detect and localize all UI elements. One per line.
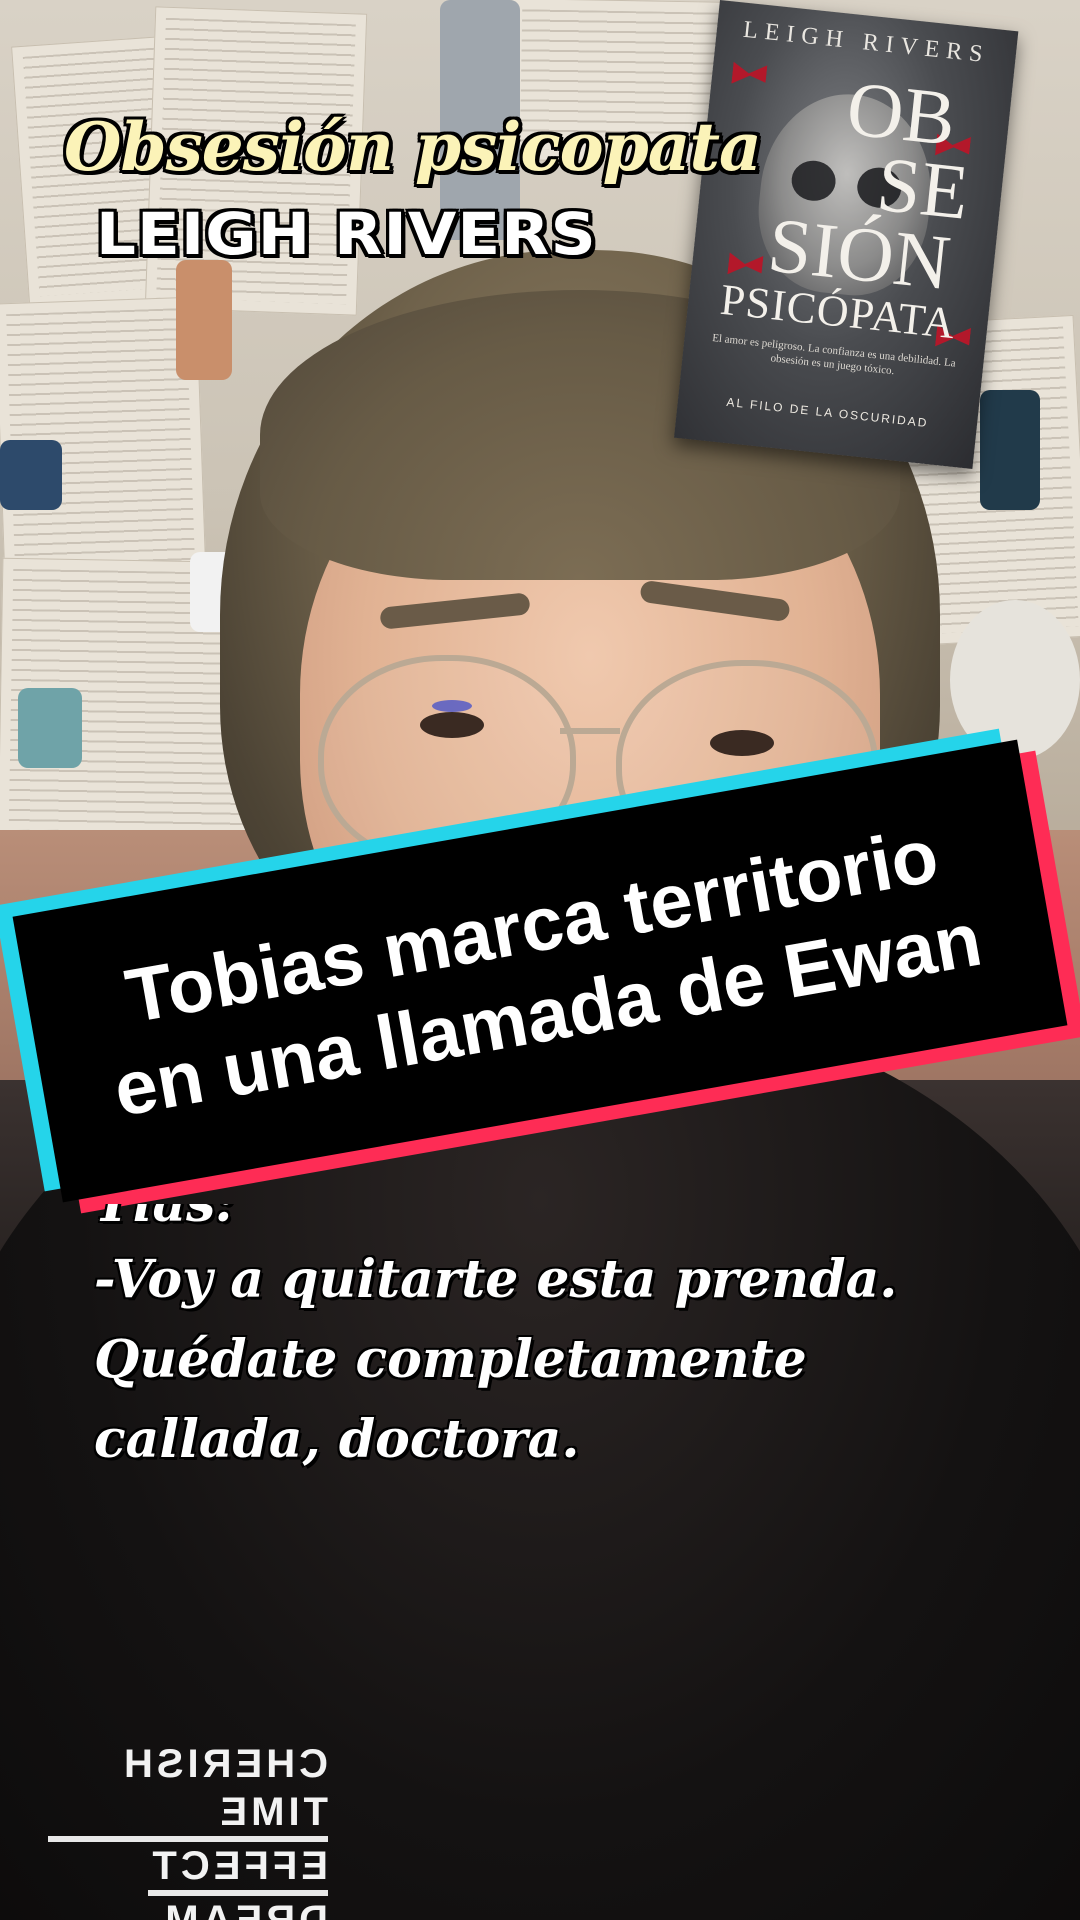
eye-highlight [432, 700, 472, 712]
shirt-print-line: CHERISH TIME [48, 1740, 328, 1842]
shirt-print-line: DREAM [161, 1896, 328, 1920]
book-sticker [0, 440, 62, 510]
shirt-print-line: EFFECT [148, 1842, 328, 1896]
headline-banner: Tobias marca territorio en una llamada d… [0, 728, 1080, 1214]
glasses-bridge [560, 728, 620, 734]
book-series: AL FILO DE LA OSCURIDAD [725, 394, 930, 431]
red-butterfly [731, 62, 767, 87]
caption: Tias: -Voy a quitarte esta prenda. Quéda… [94, 1204, 1014, 1480]
overlay-title: Obsesión psicopata [64, 108, 762, 186]
tarot-sticker [980, 390, 1040, 510]
left-eye [420, 712, 484, 738]
caption-line: -Voy a quitarte esta prenda. [94, 1249, 898, 1310]
caption-line: callada, doctora. [94, 1409, 580, 1470]
shirt-print: CHERISH TIME EFFECT DREAM [48, 1740, 328, 1920]
overlay-author: LEIGH RIVERS [96, 200, 597, 268]
book-cover: LEIGH RIVERS OB SE SIÓN PSICÓPATA El amo… [674, 0, 1019, 469]
bookmark-sticker [176, 260, 232, 380]
video-frame: CHERISH TIME EFFECT DREAM LEIGH RIVERS O… [0, 0, 1080, 1920]
caption-line: Quédate completamente [94, 1329, 807, 1390]
skull-eye-socket [789, 158, 838, 203]
